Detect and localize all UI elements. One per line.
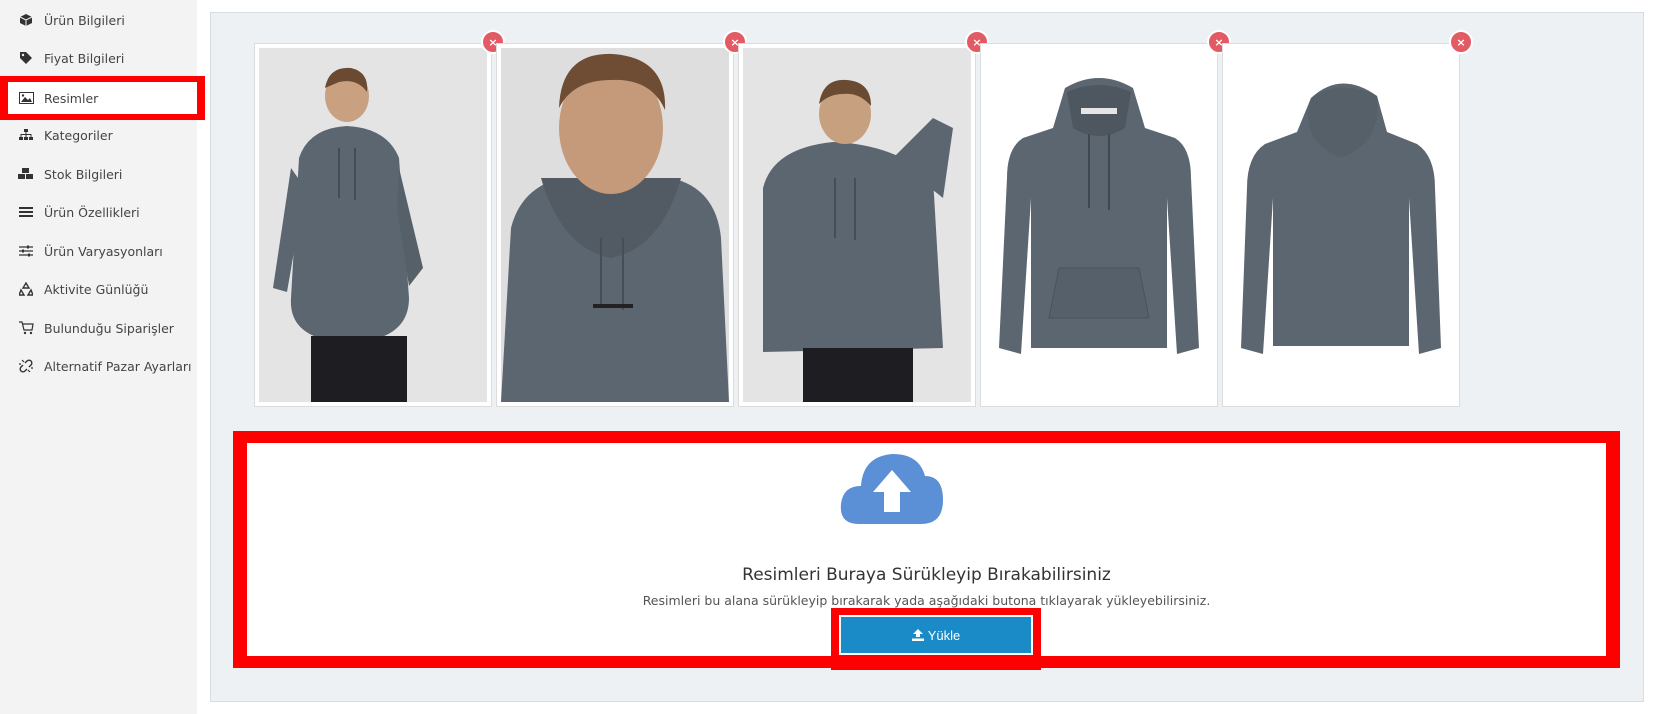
sidebar-item-label: Ürün Özellikleri bbox=[44, 204, 140, 220]
upload-button[interactable]: Yükle bbox=[841, 617, 1031, 653]
upload-icon bbox=[911, 629, 924, 641]
product-photo bbox=[259, 48, 487, 402]
tag-icon bbox=[16, 50, 36, 66]
image-icon bbox=[16, 90, 36, 106]
image-thumbnail[interactable]: × bbox=[738, 30, 989, 407]
delete-image-button[interactable]: × bbox=[1449, 30, 1473, 54]
sidebar-item-label: Stok Bilgileri bbox=[44, 166, 123, 182]
cart-icon bbox=[16, 320, 36, 336]
product-photo bbox=[501, 48, 729, 402]
image-dropzone[interactable]: Resimleri Buraya Sürükleyip Bırakabilirs… bbox=[247, 443, 1606, 670]
product-photo bbox=[743, 48, 971, 402]
unlink-icon bbox=[16, 358, 36, 374]
sidebar-item-label: Ürün Bilgileri bbox=[44, 12, 125, 28]
sidebar-item-label: Resimler bbox=[44, 90, 99, 106]
dropzone-subtitle: Resimleri bu alana sürükleyip bırakarak … bbox=[642, 593, 1211, 608]
cloud-upload-icon bbox=[839, 448, 945, 532]
product-photo bbox=[1227, 48, 1455, 402]
sidebar-item-kategoriler[interactable]: Kategoriler bbox=[0, 120, 197, 150]
sidebar-item-urun-varyasyonlari[interactable]: Ürün Varyasyonları bbox=[0, 236, 197, 266]
image-thumbnail[interactable]: × bbox=[1222, 30, 1473, 407]
image-thumbnail[interactable]: × bbox=[254, 30, 505, 407]
sidebar-item-label: Ürün Varyasyonları bbox=[44, 243, 163, 259]
sidebar-item-label: Bulunduğu Siparişler bbox=[44, 320, 174, 336]
sidebar: Ürün Bilgileri Fiyat Bilgileri Resimler … bbox=[0, 0, 205, 714]
box-icon bbox=[16, 12, 36, 28]
sliders-icon bbox=[16, 243, 36, 259]
sidebar-item-label: Alternatif Pazar Ayarları bbox=[44, 358, 192, 374]
recycle-icon bbox=[16, 281, 36, 297]
image-thumbnail[interactable]: × bbox=[980, 30, 1231, 407]
dropzone-title: Resimleri Buraya Sürükleyip Bırakabilirs… bbox=[742, 565, 1111, 585]
upload-button-highlight: Yükle bbox=[831, 608, 1041, 670]
sidebar-item-bulundugu-siparisler[interactable]: Bulunduğu Siparişler bbox=[0, 313, 197, 343]
dropzone-highlight: Resimleri Buraya Sürükleyip Bırakabilirs… bbox=[233, 431, 1620, 670]
sitemap-icon bbox=[16, 127, 36, 143]
image-thumbnail[interactable]: × bbox=[496, 30, 747, 407]
sidebar-item-urun-bilgileri[interactable]: Ürün Bilgileri bbox=[0, 5, 197, 35]
upload-button-label: Yükle bbox=[927, 627, 961, 643]
sidebar-item-urun-ozellikleri[interactable]: Ürün Özellikleri bbox=[0, 197, 197, 227]
boxes-icon bbox=[16, 166, 36, 182]
list-icon bbox=[16, 204, 36, 220]
sidebar-item-resimler[interactable]: Resimler bbox=[0, 76, 205, 120]
sidebar-item-label: Kategoriler bbox=[44, 127, 113, 143]
sidebar-item-label: Aktivite Günlüğü bbox=[44, 281, 149, 297]
sidebar-item-aktivite-gunlugu[interactable]: Aktivite Günlüğü bbox=[0, 274, 197, 304]
sidebar-item-stok-bilgileri[interactable]: Stok Bilgileri bbox=[0, 159, 197, 189]
sidebar-item-alternatif-pazar-ayarlari[interactable]: Alternatif Pazar Ayarları bbox=[0, 351, 197, 381]
sidebar-item-fiyat-bilgileri[interactable]: Fiyat Bilgileri bbox=[0, 43, 197, 73]
product-photo bbox=[985, 48, 1213, 402]
sidebar-item-resimler-inner: Resimler bbox=[8, 82, 197, 114]
sidebar-item-label: Fiyat Bilgileri bbox=[44, 50, 125, 66]
